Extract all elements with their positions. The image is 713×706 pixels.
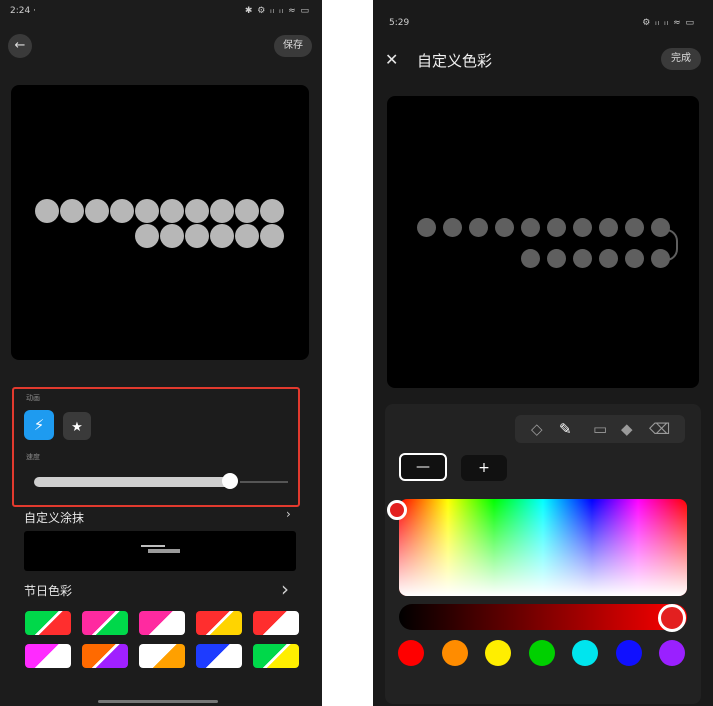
led-dot: [469, 218, 488, 237]
led-dot: [185, 199, 209, 223]
add-icon: +: [478, 460, 490, 476]
color-spectrum-picker[interactable]: [399, 499, 687, 596]
right-phone-screen: 5:29 ⚙ ᵢₗ ᵢₗ ≈ ▭ ✕ 自定义色彩 完成 ◇ ✎ ▭ ◆ ⌫ — …: [373, 0, 713, 706]
trash-icon[interactable]: ⌫: [649, 420, 670, 438]
preset-color-swatch[interactable]: [485, 640, 511, 666]
strip-mark: [141, 545, 165, 547]
close-icon[interactable]: ✕: [385, 50, 398, 69]
led-dot: [135, 224, 159, 248]
chevron-right-icon[interactable]: ›: [281, 577, 289, 601]
led-dot: [573, 249, 592, 268]
led-dot: [547, 218, 566, 237]
status-icons: ✱ ⚙ ᵢₗ ᵢₗ ≈ ▭: [244, 6, 310, 16]
led-dot: [260, 199, 284, 223]
custom-paint-preview-strip[interactable]: [24, 531, 296, 571]
strip-mark: [148, 549, 180, 553]
back-button[interactable]: ←: [8, 34, 32, 58]
brightness-slider-knob[interactable]: [658, 604, 686, 632]
mode-label: 动画: [26, 394, 40, 402]
led-dot: [35, 199, 59, 223]
festival-swatch[interactable]: [25, 611, 71, 635]
led-dot: [135, 199, 159, 223]
led-dot: [260, 224, 284, 248]
status-icons: ⚙ ᵢₗ ᵢₗ ≈ ▭: [642, 18, 695, 28]
lightning-icon: ⚡: [33, 416, 45, 434]
marker-icon[interactable]: ▭: [593, 420, 607, 438]
arrow-left-icon: ←: [14, 38, 26, 53]
led-preview[interactable]: [387, 96, 699, 388]
led-dot: [547, 249, 566, 268]
led-dot: [599, 218, 618, 237]
page-title: 自定义色彩: [417, 52, 493, 70]
animation-settings-panel: [12, 387, 300, 507]
save-button[interactable]: 保存: [274, 35, 312, 57]
led-dot: [651, 218, 670, 237]
led-dot: [60, 199, 84, 223]
add-brush-button[interactable]: +: [461, 455, 507, 481]
led-dot: [185, 224, 209, 248]
left-phone-screen: 2:24 · ✱ ⚙ ᵢₗ ᵢₗ ≈ ▭ ← 保存 动画 ⚡ ★ 速度 自定义涂…: [0, 0, 322, 706]
led-dot: [625, 218, 644, 237]
led-dot: [625, 249, 644, 268]
festival-swatch[interactable]: [82, 611, 128, 635]
star-icon: ★: [71, 420, 83, 435]
led-dot: [235, 224, 259, 248]
festival-colors-title[interactable]: 节日色彩: [24, 582, 72, 599]
led-dot: [599, 249, 618, 268]
done-button[interactable]: 完成: [661, 48, 701, 70]
speed-label: 速度: [26, 453, 40, 461]
speed-slider-knob[interactable]: [222, 473, 238, 489]
mode-star-button[interactable]: ★: [63, 412, 91, 440]
status-bar: 2:24 · ✱ ⚙ ᵢₗ ᵢₗ ≈ ▭: [0, 0, 322, 22]
status-time: 2:24 ·: [10, 6, 36, 16]
eraser-icon[interactable]: ◆: [621, 420, 633, 438]
preset-color-swatch[interactable]: [659, 640, 685, 666]
brightness-slider[interactable]: [399, 604, 687, 630]
led-dot: [85, 199, 109, 223]
festival-swatch[interactable]: [139, 644, 185, 668]
led-dot: [160, 199, 184, 223]
preset-color-swatch[interactable]: [615, 640, 642, 666]
spectrum-saturation: [399, 499, 687, 596]
mode-lightning-button[interactable]: ⚡: [24, 410, 54, 440]
led-preview: [11, 85, 309, 360]
festival-swatch[interactable]: [139, 611, 185, 635]
led-dot: [210, 199, 234, 223]
preset-color-swatch[interactable]: [441, 640, 468, 666]
festival-swatch[interactable]: [25, 644, 71, 668]
led-dot: [573, 218, 592, 237]
led-dot: [495, 218, 514, 237]
line-brush-icon: —: [416, 459, 430, 475]
led-dot: [521, 218, 540, 237]
led-dot: [521, 249, 540, 268]
preset-color-swatch[interactable]: [572, 640, 598, 666]
led-dot: [651, 249, 670, 268]
led-dot: [160, 224, 184, 248]
preset-color-swatch[interactable]: [528, 640, 555, 666]
led-dot: [443, 218, 462, 237]
status-bar: 5:29 ⚙ ᵢₗ ᵢₗ ≈ ▭: [373, 0, 713, 28]
home-indicator: [98, 700, 218, 703]
fill-bucket-icon[interactable]: ◇: [531, 420, 543, 438]
led-dot: [417, 218, 436, 237]
led-dot: [110, 199, 134, 223]
color-picker-knob[interactable]: [387, 500, 407, 520]
chevron-right-icon[interactable]: ›: [286, 507, 291, 521]
festival-swatch[interactable]: [253, 644, 299, 668]
status-time: 5:29: [389, 18, 410, 28]
festival-swatch[interactable]: [196, 644, 242, 668]
festival-swatch[interactable]: [82, 644, 128, 668]
custom-paint-title[interactable]: 自定义涂抹: [24, 509, 84, 526]
festival-swatch[interactable]: [196, 611, 242, 635]
line-brush-button[interactable]: —: [399, 453, 447, 481]
brush-icon[interactable]: ✎: [559, 420, 572, 438]
led-dot: [210, 224, 234, 248]
speed-slider[interactable]: [34, 477, 230, 487]
speed-slider-rest: [240, 481, 288, 483]
led-dot: [235, 199, 259, 223]
festival-swatch[interactable]: [253, 611, 299, 635]
preset-color-swatch[interactable]: [398, 640, 424, 666]
